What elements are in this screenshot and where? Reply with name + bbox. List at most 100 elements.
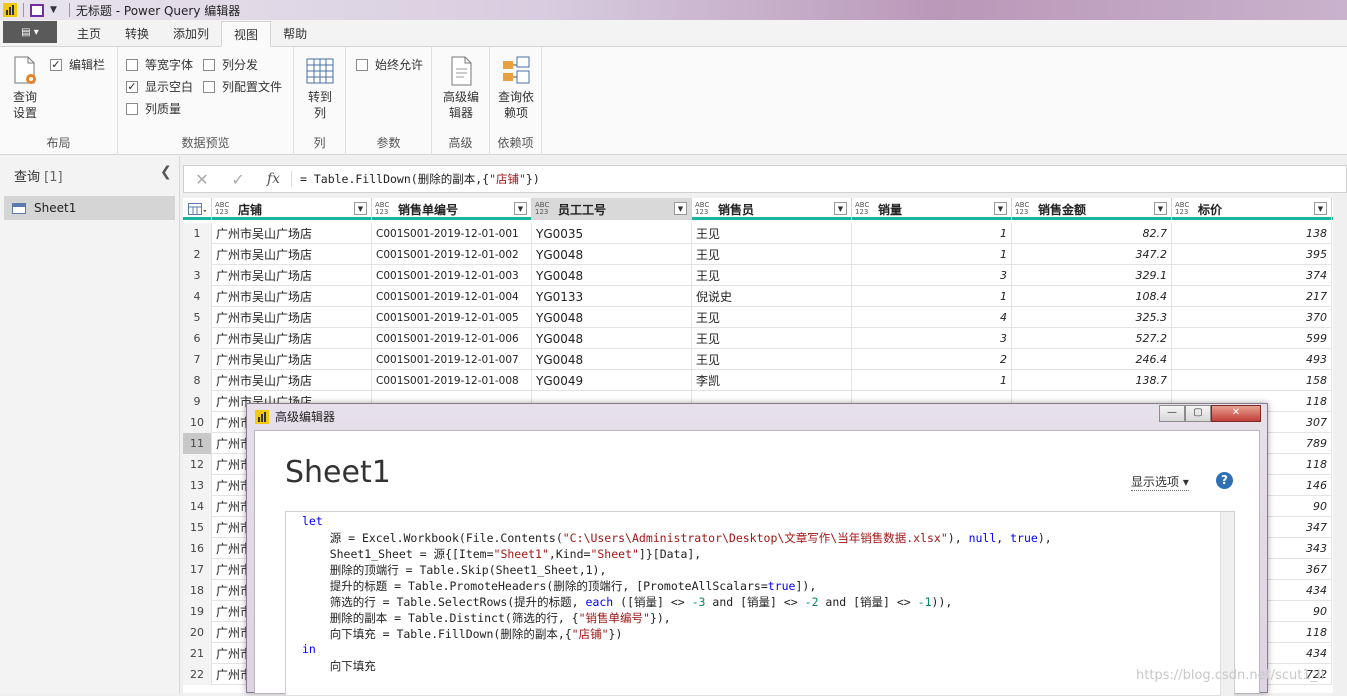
table-cell[interactable]: 广州市吴山广场店: [212, 244, 372, 265]
table-cell[interactable]: 王见: [692, 244, 852, 265]
filter-dropdown-icon[interactable]: ▼: [1314, 202, 1327, 215]
table-cell[interactable]: C001S001-2019-12-01-007: [372, 349, 532, 370]
row-number[interactable]: 19: [183, 601, 212, 622]
row-number[interactable]: 8: [183, 370, 212, 391]
column-distribution-checkbox[interactable]: 列分发: [203, 56, 258, 73]
table-cell[interactable]: 599: [1172, 328, 1332, 349]
row-number[interactable]: 1: [183, 223, 212, 244]
filter-dropdown-icon[interactable]: ▼: [514, 202, 527, 215]
row-number[interactable]: 15: [183, 517, 212, 538]
row-number[interactable]: 11: [183, 433, 212, 454]
table-cell[interactable]: 1: [852, 286, 1012, 307]
table-cell[interactable]: 倪说史: [692, 286, 852, 307]
tab-transform[interactable]: 转换: [113, 20, 161, 46]
tab-home[interactable]: 主页: [65, 20, 113, 46]
table-cell[interactable]: 246.4: [1012, 349, 1172, 370]
column-header[interactable]: ABC 123 销售金额 ▼: [1012, 198, 1172, 220]
minimize-button[interactable]: —: [1159, 405, 1185, 422]
table-row[interactable]: 2 广州市吴山广场店 C001S001-2019-12-01-002 YG0048 王见…: [183, 244, 1332, 265]
table-cell[interactable]: 395: [1172, 244, 1332, 265]
table-row[interactable]: 5 广州市吴山广场店 C001S001-2019-12-01-005 YG0048 王见…: [183, 307, 1332, 328]
goto-column-button[interactable]: 转到 列: [302, 55, 338, 121]
query-dependencies-button[interactable]: 查询依 赖项: [494, 55, 538, 121]
type-any-icon[interactable]: ABC 123: [855, 202, 875, 216]
table-cell[interactable]: 527.2: [1012, 328, 1172, 349]
table-cell[interactable]: 李凯: [692, 370, 852, 391]
table-cell[interactable]: 325.3: [1012, 307, 1172, 328]
table-cell[interactable]: YG0133: [532, 286, 692, 307]
row-number[interactable]: 18: [183, 580, 212, 601]
row-number[interactable]: 5: [183, 307, 212, 328]
row-number[interactable]: 13: [183, 475, 212, 496]
table-cell[interactable]: 3: [852, 265, 1012, 286]
query-item-sheet1[interactable]: Sheet1: [4, 196, 175, 220]
row-number[interactable]: 10: [183, 412, 212, 433]
table-cell[interactable]: 347.2: [1012, 244, 1172, 265]
table-cell[interactable]: YG0048: [532, 349, 692, 370]
table-cell[interactable]: 王见: [692, 307, 852, 328]
column-header[interactable]: ABC 123 销量 ▼: [852, 198, 1012, 220]
confirm-icon[interactable]: ✓: [220, 170, 256, 189]
table-row[interactable]: 6 广州市吴山广场店 C001S001-2019-12-01-006 YG0048 王见…: [183, 328, 1332, 349]
type-any-icon[interactable]: ABC 123: [1175, 202, 1195, 216]
tab-add-column[interactable]: 添加列: [161, 20, 221, 46]
table-cell[interactable]: 广州市吴山广场店: [212, 328, 372, 349]
table-cell[interactable]: 138: [1172, 223, 1332, 244]
column-quality-checkbox[interactable]: 列质量: [126, 100, 181, 117]
table-cell[interactable]: YG0035: [532, 223, 692, 244]
row-number[interactable]: 20: [183, 622, 212, 643]
row-number[interactable]: 16: [183, 538, 212, 559]
table-cell[interactable]: C001S001-2019-12-01-005: [372, 307, 532, 328]
type-any-icon[interactable]: ABC 123: [215, 202, 235, 216]
table-row[interactable]: 1 广州市吴山广场店 C001S001-2019-12-01-001 YG0035 王见…: [183, 223, 1332, 244]
table-cell[interactable]: YG0049: [532, 370, 692, 391]
table-cell[interactable]: YG0048: [532, 265, 692, 286]
formula-input[interactable]: = Table.FillDown(删除的副本,{"店铺"}): [292, 171, 540, 187]
filter-dropdown-icon[interactable]: ▼: [1154, 202, 1167, 215]
file-menu-button[interactable]: ▤ ▾: [3, 21, 57, 43]
help-icon[interactable]: ?: [1216, 472, 1233, 489]
save-icon[interactable]: [30, 3, 44, 17]
row-number[interactable]: 7: [183, 349, 212, 370]
query-settings-button[interactable]: 查询 设置: [8, 55, 42, 121]
column-header[interactable]: ABC 123 员工工号 ▼: [532, 198, 692, 220]
table-cell[interactable]: 广州市吴山广场店: [212, 223, 372, 244]
row-number[interactable]: 17: [183, 559, 212, 580]
table-cell[interactable]: 4: [852, 307, 1012, 328]
column-profile-checkbox[interactable]: 列配置文件: [203, 78, 282, 95]
type-any-icon[interactable]: ABC 123: [535, 202, 555, 216]
table-cell[interactable]: YG0048: [532, 307, 692, 328]
close-button[interactable]: ✕: [1211, 405, 1261, 422]
table-row[interactable]: 8 广州市吴山广场店 C001S001-2019-12-01-008 YG0049 李凯…: [183, 370, 1332, 391]
row-number[interactable]: 4: [183, 286, 212, 307]
table-cell[interactable]: 3: [852, 328, 1012, 349]
table-cell[interactable]: 广州市吴山广场店: [212, 265, 372, 286]
table-cell[interactable]: 138.7: [1012, 370, 1172, 391]
table-cell[interactable]: YG0048: [532, 244, 692, 265]
table-cell[interactable]: 2: [852, 349, 1012, 370]
column-header[interactable]: ABC 123 销售员 ▼: [692, 198, 852, 220]
table-cell[interactable]: 1: [852, 223, 1012, 244]
collapse-icon[interactable]: ❮: [160, 164, 172, 180]
row-number[interactable]: 22: [183, 664, 212, 685]
table-cell[interactable]: 王见: [692, 349, 852, 370]
type-any-icon[interactable]: ABC 123: [695, 202, 715, 216]
table-cell[interactable]: 329.1: [1012, 265, 1172, 286]
table-cell[interactable]: 1: [852, 370, 1012, 391]
cancel-icon[interactable]: ✕: [184, 170, 220, 189]
tab-help[interactable]: 帮助: [271, 20, 319, 46]
table-cell[interactable]: 158: [1172, 370, 1332, 391]
table-cell[interactable]: 374: [1172, 265, 1332, 286]
fx-icon[interactable]: fx: [256, 171, 292, 187]
table-cell[interactable]: C001S001-2019-12-01-008: [372, 370, 532, 391]
code-editor[interactable]: let 源 = Excel.Workbook(File.Contents("C:…: [285, 511, 1235, 696]
column-header[interactable]: ABC 123 店铺 ▼: [212, 198, 372, 220]
filter-dropdown-icon[interactable]: ▼: [994, 202, 1007, 215]
table-cell[interactable]: 493: [1172, 349, 1332, 370]
row-number[interactable]: 3: [183, 265, 212, 286]
monospace-checkbox[interactable]: 等宽字体: [126, 56, 193, 73]
always-allow-checkbox[interactable]: 始终允许: [356, 56, 423, 73]
table-cell[interactable]: C001S001-2019-12-01-003: [372, 265, 532, 286]
formula-bar-checkbox[interactable]: ✓ 编辑栏: [50, 56, 105, 73]
row-number[interactable]: 14: [183, 496, 212, 517]
